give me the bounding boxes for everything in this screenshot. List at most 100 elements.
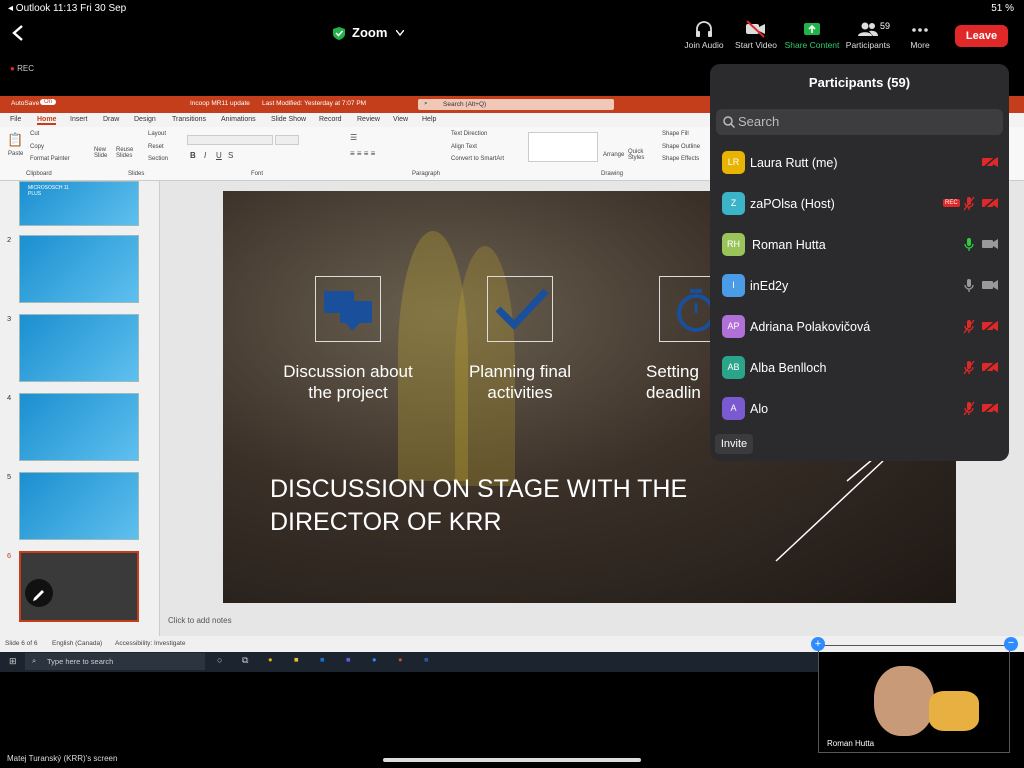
zoom-app-icon[interactable]: ● <box>372 655 377 664</box>
last-modified: Last Modified: Yesterday at 7:07 PM <box>262 100 367 107</box>
participant-row[interactable]: AP Adriana Polakovičová <box>710 307 1009 348</box>
font-size-select[interactable] <box>275 135 299 145</box>
text-direction-button[interactable]: Text Direction <box>451 131 487 137</box>
word-icon[interactable]: ■ <box>424 655 429 664</box>
menu-design[interactable]: Design <box>134 116 156 123</box>
menu-animations[interactable]: Animations <box>221 116 256 123</box>
italic-icon[interactable]: I <box>204 151 206 160</box>
align-text-button[interactable]: Align Text <box>451 144 477 150</box>
share-screen-icon <box>804 23 820 35</box>
teams-icon[interactable]: ■ <box>346 655 351 664</box>
start-video-button[interactable]: Start Video <box>726 20 786 50</box>
minimize-video-button[interactable]: − <box>1004 637 1018 651</box>
notes-pane[interactable]: Click to add notes <box>168 616 232 625</box>
taskbar-search[interactable]: ⌕ Type here to search <box>25 653 205 670</box>
shared-screen-label: Matej Turanský (KRR)'s screen <box>7 754 118 763</box>
arrange-button[interactable]: Arrange <box>603 152 624 158</box>
slide-thumb-5[interactable] <box>19 472 139 540</box>
slide-num-2: 2 <box>7 235 12 244</box>
accessibility-indicator[interactable]: Accessibility: Investigate <box>115 640 185 647</box>
bullets-icon[interactable]: ☰ <box>350 133 357 142</box>
ppt-search-box[interactable]: ⌕ Search (Alt+Q) <box>418 99 614 110</box>
layout-button[interactable]: Layout <box>148 131 166 137</box>
shape-fill-button[interactable]: Shape Fill <box>662 131 689 137</box>
copy-button[interactable]: Copy <box>30 144 44 150</box>
participant-row[interactable]: AB Alba Benlloch <box>710 348 1009 389</box>
shapes-gallery[interactable] <box>528 132 598 162</box>
cut-button[interactable]: Cut <box>30 131 39 137</box>
more-button[interactable]: More <box>890 20 950 50</box>
participant-video-tile[interactable]: Roman Hutta <box>818 645 1010 753</box>
participant-row[interactable]: Z zaPOlsa (Host) REC <box>710 184 1009 225</box>
file-explorer-icon[interactable]: ■ <box>294 655 299 664</box>
menu-view[interactable]: View <box>393 116 408 123</box>
participants-button[interactable]: 59 Participants <box>838 20 898 50</box>
cortana-icon[interactable]: ○ <box>217 655 222 665</box>
strikethrough-icon[interactable]: S <box>228 151 233 160</box>
video-off-icon <box>982 155 998 169</box>
shape-outline-button[interactable]: Shape Outline <box>662 144 700 150</box>
slide-thumb-4[interactable] <box>19 393 139 461</box>
chevron-down-icon <box>396 30 404 36</box>
join-audio-button[interactable]: Join Audio <box>674 20 734 50</box>
video-icon <box>982 239 998 249</box>
reuse-slides-button[interactable]: Reuse Slides <box>116 147 138 159</box>
checkmark-icon <box>495 288 549 331</box>
reset-button[interactable]: Reset <box>148 144 164 150</box>
participants-search[interactable]: Search <box>716 109 1003 135</box>
menu-review[interactable]: Review <box>357 116 380 123</box>
expand-video-button[interactable]: + <box>811 637 825 651</box>
zoom-toolbar: Zoom Join Audio Start Video Share Conten… <box>0 18 1024 58</box>
ppt-search-icon: ⌕ <box>424 100 428 107</box>
invite-button[interactable]: Invite <box>715 434 753 454</box>
slide-thumb-3[interactable] <box>19 314 139 382</box>
font-family-select[interactable] <box>187 135 273 145</box>
language-indicator: English (Canada) <box>52 640 103 647</box>
participants-icon <box>858 22 878 36</box>
windows-start-icon[interactable]: ⊞ <box>9 656 17 667</box>
share-content-button[interactable]: Share Content <box>782 20 842 50</box>
participant-row[interactable]: I inEd2y <box>710 266 1009 307</box>
participant-row[interactable]: LR Laura Rutt (me) <box>710 143 1009 184</box>
slide-item-deadline: Setting deadlin <box>646 362 701 402</box>
menu-draw[interactable]: Draw <box>103 116 119 123</box>
bold-icon[interactable]: B <box>190 151 196 160</box>
convert-smartart-button[interactable]: Convert to SmartArt <box>451 156 504 162</box>
slide-thumb-6[interactable] <box>19 551 139 622</box>
back-arrow-icon[interactable] <box>11 24 25 42</box>
format-painter-button[interactable]: Format Painter <box>30 156 70 162</box>
menu-record[interactable]: Record <box>319 116 342 123</box>
powerpoint-icon[interactable]: ● <box>398 655 403 664</box>
menu-file[interactable]: File <box>10 116 21 123</box>
quick-styles-button[interactable]: Quick Styles <box>628 149 648 161</box>
participant-row[interactable]: RH Roman Hutta <box>710 225 1009 266</box>
menu-help[interactable]: Help <box>422 116 436 123</box>
participant-avatar: LR <box>722 151 745 174</box>
chrome-icon[interactable]: ● <box>268 655 273 664</box>
slide-thumb-2[interactable] <box>19 235 139 303</box>
menu-home[interactable]: Home <box>37 116 57 125</box>
align-icon[interactable]: ≡ ≡ ≡ ≡ <box>350 149 375 158</box>
menu-insert[interactable]: Insert <box>70 116 88 123</box>
slide-thumb-1[interactable]: MICROSOSCH 11 PLUS <box>19 181 139 226</box>
slide-item-discussion: Discussion about the project <box>283 362 413 402</box>
home-indicator[interactable] <box>383 758 641 762</box>
section-button[interactable]: Section <box>148 156 168 162</box>
participant-row[interactable]: A Alo <box>710 389 1009 430</box>
underline-icon[interactable]: U <box>216 151 222 160</box>
new-slide-button[interactable]: New Slide <box>94 147 114 159</box>
shape-effects-button[interactable]: Shape Effects <box>662 156 699 162</box>
paste-button[interactable]: Paste <box>8 151 23 157</box>
slide-thumbnails: MICROSOSCH 11 PLUS 2 3 4 5 6 <box>0 181 160 636</box>
menu-transitions[interactable]: Transitions <box>172 116 206 123</box>
participant-name: inEd2y <box>750 279 789 293</box>
chat-bubbles-icon <box>324 291 372 331</box>
participant-name: Adriana Polakovičová <box>750 320 871 334</box>
leave-button[interactable]: Leave <box>955 25 1008 47</box>
task-view-icon[interactable]: ⧉ <box>242 655 248 666</box>
taskbar-search-text: Type here to search <box>47 657 114 666</box>
outlook-icon[interactable]: ■ <box>320 655 325 664</box>
pencil-icon[interactable] <box>25 579 53 607</box>
menu-slide-show[interactable]: Slide Show <box>271 116 306 123</box>
autosave-toggle[interactable]: On <box>40 99 57 105</box>
